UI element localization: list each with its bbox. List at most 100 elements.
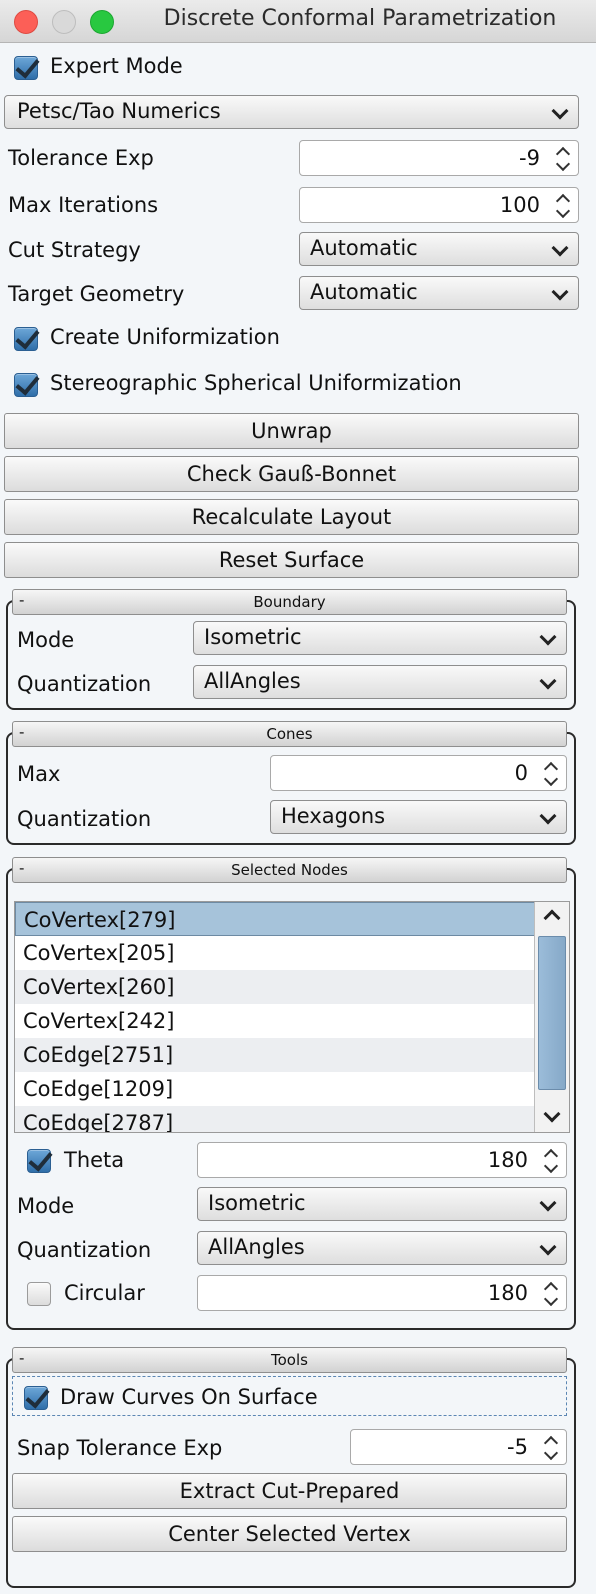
check-gauss-bonnet-button[interactable]: Check Gauß-Bonnet: [4, 456, 579, 492]
snap-tolerance-spinner[interactable]: -5: [350, 1429, 567, 1465]
selected-nodes-panel-header[interactable]: - Selected Nodes: [12, 857, 567, 883]
chevron-down-icon: [539, 1194, 557, 1212]
circular-spinner[interactable]: 180: [197, 1275, 567, 1311]
node-mode-label: Mode: [17, 1194, 75, 1218]
node-quantization-label: Quantization: [17, 1238, 152, 1262]
create-uniformization-label: Create Uniformization: [50, 325, 280, 349]
theta-value: 180: [487, 1148, 528, 1172]
chevron-down-icon: [539, 628, 557, 646]
target-geometry-value: Automatic: [310, 280, 418, 304]
cut-strategy-label: Cut Strategy: [8, 238, 141, 262]
stereographic-checkbox[interactable]: [14, 370, 40, 397]
tolerance-exp-spinner[interactable]: -9: [299, 140, 579, 176]
target-geometry-label: Target Geometry: [8, 282, 185, 306]
cones-max-spinner[interactable]: 0: [270, 755, 567, 791]
list-item[interactable]: CoEdge[2751]: [15, 1038, 535, 1072]
tolerance-exp-label: Tolerance Exp: [8, 146, 154, 170]
title-bar: Discrete Conformal Parametrization: [0, 0, 596, 43]
list-item[interactable]: CoVertex[205]: [15, 936, 535, 970]
spinner-down-icon[interactable]: [543, 1291, 559, 1307]
draw-curves-label: Draw Curves On Surface: [60, 1385, 318, 1409]
spinner-down-icon[interactable]: [543, 771, 559, 787]
tools-panel-title: Tools: [271, 1351, 308, 1369]
max-iterations-value: 100: [499, 193, 540, 217]
maximize-window-button[interactable]: [90, 10, 114, 34]
reset-surface-button[interactable]: Reset Surface: [4, 542, 579, 578]
close-window-button[interactable]: [14, 10, 38, 34]
circular-checkbox[interactable]: [27, 1282, 51, 1306]
stereographic-label: Stereographic Spherical Uniformization: [50, 371, 462, 395]
cones-panel-title: Cones: [266, 725, 313, 743]
scrollbar-thumb[interactable]: [538, 936, 566, 1090]
max-iterations-spinner[interactable]: 100: [299, 187, 579, 223]
list-item[interactable]: CoVertex[260]: [15, 970, 535, 1004]
boundary-quantization-select[interactable]: AllAngles: [193, 665, 567, 699]
cones-quantization-label: Quantization: [17, 807, 152, 831]
boundary-quantization-label: Quantization: [17, 672, 152, 696]
spinner-down-icon[interactable]: [543, 1158, 559, 1174]
cut-strategy-value: Automatic: [310, 236, 418, 260]
cones-panel-header[interactable]: - Cones: [12, 721, 567, 747]
cones-quantization-value: Hexagons: [281, 804, 386, 828]
snap-tolerance-label: Snap Tolerance Exp: [17, 1436, 223, 1460]
scroll-up-icon[interactable]: [543, 909, 561, 927]
boundary-panel-header[interactable]: - Boundary: [12, 589, 567, 615]
chevron-down-icon: [551, 283, 569, 301]
list-item[interactable]: CoEdge[1209]: [15, 1072, 535, 1106]
cones-max-value: 0: [514, 761, 528, 785]
center-selected-vertex-button[interactable]: Center Selected Vertex: [12, 1516, 567, 1552]
spinner-down-icon[interactable]: [543, 1445, 559, 1461]
snap-tolerance-value: -5: [507, 1435, 528, 1459]
checkmark-icon: [25, 1383, 50, 1409]
node-quantization-select[interactable]: AllAngles: [197, 1231, 567, 1265]
theta-label: Theta: [64, 1148, 125, 1172]
spinner-down-icon[interactable]: [555, 203, 571, 219]
checkmark-icon: [15, 53, 40, 79]
numerics-select[interactable]: Petsc/Tao Numerics: [4, 95, 579, 129]
unwrap-button[interactable]: Unwrap: [4, 413, 579, 449]
chevron-down-icon: [539, 807, 557, 825]
node-mode-select[interactable]: Isometric: [197, 1187, 567, 1221]
selected-nodes-list[interactable]: CoVertex[279] CoVertex[205] CoVertex[260…: [14, 901, 570, 1133]
list-scrollbar[interactable]: [534, 902, 569, 1132]
selected-nodes-panel-title: Selected Nodes: [231, 861, 348, 879]
extract-cut-prepared-button[interactable]: Extract Cut-Prepared: [12, 1473, 567, 1509]
boundary-mode-select[interactable]: Isometric: [193, 621, 567, 655]
chevron-down-icon: [539, 1238, 557, 1256]
boundary-quantization-value: AllAngles: [204, 669, 301, 693]
checkmark-icon: [15, 370, 40, 396]
theta-checkbox[interactable]: [27, 1146, 53, 1173]
cones-max-label: Max: [17, 762, 61, 786]
circular-value: 180: [487, 1281, 528, 1305]
list-item[interactable]: CoVertex[242]: [15, 1004, 535, 1038]
circular-label: Circular: [64, 1281, 145, 1305]
checkmark-icon: [28, 1146, 53, 1172]
cut-strategy-select[interactable]: Automatic: [299, 232, 579, 266]
node-quantization-value: AllAngles: [208, 1235, 305, 1259]
boundary-mode-value: Isometric: [204, 625, 302, 649]
list-item[interactable]: CoVertex[279]: [15, 902, 535, 936]
create-uniformization-checkbox[interactable]: [14, 324, 40, 351]
recalculate-layout-button[interactable]: Recalculate Layout: [4, 499, 579, 535]
scroll-down-icon[interactable]: [543, 1105, 561, 1123]
chevron-down-icon: [551, 102, 569, 120]
numerics-selected-value: Petsc/Tao Numerics: [17, 99, 221, 123]
draw-curves-checkbox[interactable]: [24, 1383, 50, 1410]
chevron-down-icon: [539, 672, 557, 690]
theta-spinner[interactable]: 180: [197, 1142, 567, 1178]
tools-panel-header[interactable]: - Tools: [12, 1347, 567, 1373]
tolerance-exp-value: -9: [519, 146, 540, 170]
expert-mode-label: Expert Mode: [50, 54, 183, 78]
target-geometry-select[interactable]: Automatic: [299, 276, 579, 310]
expert-mode-checkbox[interactable]: [14, 53, 40, 80]
checkmark-icon: [15, 324, 40, 350]
list-item[interactable]: CoEdge[2787]: [15, 1106, 535, 1132]
minimize-window-button[interactable]: [52, 10, 76, 34]
chevron-down-icon: [551, 239, 569, 257]
node-mode-value: Isometric: [208, 1191, 306, 1215]
window-title: Discrete Conformal Parametrization: [163, 6, 557, 31]
cones-quantization-select[interactable]: Hexagons: [270, 800, 567, 834]
max-iterations-label: Max Iterations: [8, 193, 159, 217]
spinner-down-icon[interactable]: [555, 156, 571, 172]
boundary-panel-title: Boundary: [253, 593, 326, 611]
